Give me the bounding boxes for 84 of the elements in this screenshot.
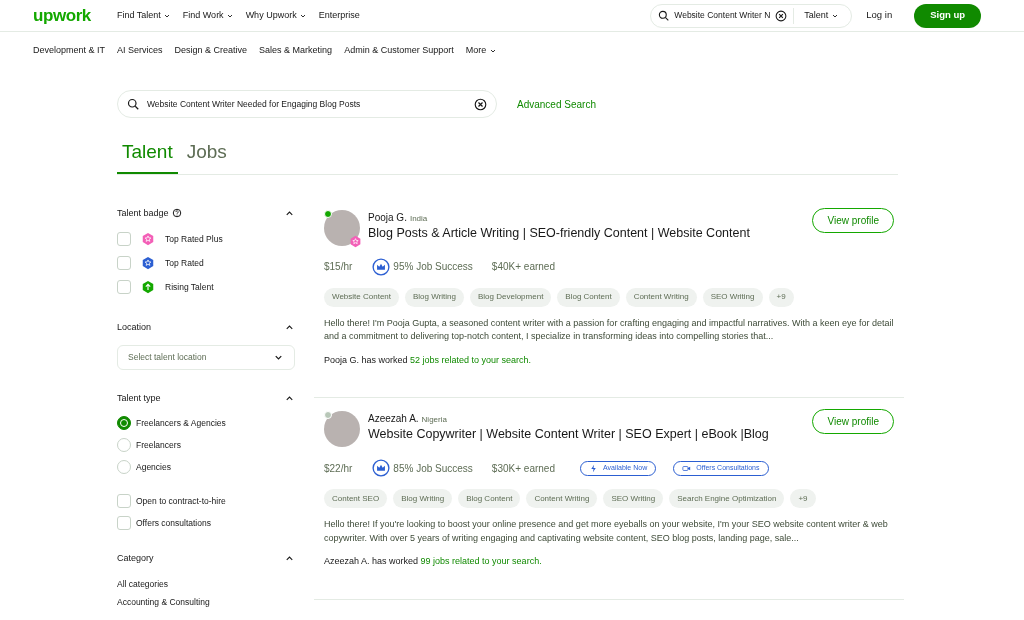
skill-tag[interactable]: Content Writing bbox=[526, 489, 598, 508]
section-title: Category bbox=[117, 552, 154, 565]
category-link[interactable]: More bbox=[465, 44, 498, 58]
profile-description: Hello there! I'm Pooja Gupta, a seasoned content writer with a passion for crafting engaging and impactful narratives. With a keen eye for detail and a commitment to delivering top-notch content, I specialize in transforming ideas into compelling stories that... bbox=[324, 316, 894, 343]
category-link[interactable]: Admin & Customer Support bbox=[344, 44, 454, 58]
skill-tag[interactable]: Content Writing bbox=[625, 287, 697, 307]
skill-tag[interactable]: SEO Writing bbox=[702, 287, 763, 307]
skill-tag[interactable]: Website Content bbox=[324, 287, 399, 307]
category-link[interactable]: AI Services bbox=[117, 44, 163, 58]
profile-description: Hello there! If you're looking to boost your online presence and get more eyeballs on your website, I'm your SEO website content writer & web copywriter. With over 5 years of writing engaging and captivating website content, SEO blog posts, landing page, sale... bbox=[324, 518, 889, 545]
category-link[interactable]: Sales & Marketing bbox=[259, 44, 333, 58]
country: Nigeria bbox=[421, 414, 447, 426]
job-success: 85% Job Success bbox=[393, 461, 473, 476]
rising-talent-icon bbox=[141, 280, 155, 294]
tab[interactable]: Talent bbox=[117, 138, 178, 174]
search-icon bbox=[127, 98, 139, 110]
jobs-worked: Azeezah A. has worked 99 jobs related to your search. bbox=[324, 555, 543, 568]
hourly-rate: $15/hr bbox=[324, 260, 353, 274]
crown-icon bbox=[372, 257, 391, 276]
skill-tag[interactable]: Search Engine Optimization bbox=[669, 489, 785, 508]
tab[interactable]: Jobs bbox=[181, 138, 232, 174]
skill-tag[interactable]: SEO Writing bbox=[603, 489, 664, 508]
section-title: Location bbox=[117, 321, 152, 334]
jobs-link[interactable]: 99 jobs related to your search. bbox=[420, 556, 542, 566]
avatar bbox=[324, 209, 360, 246]
earnings: $30K+ earned bbox=[491, 461, 555, 476]
star-badge-icon bbox=[141, 232, 155, 246]
crown-icon bbox=[372, 459, 391, 477]
clear-icon bbox=[775, 9, 788, 22]
signup-button[interactable]: Sign up bbox=[914, 3, 981, 28]
job-success: 95% Job Success bbox=[393, 260, 473, 274]
jobs-link[interactable]: 52 jobs related to your search. bbox=[410, 354, 532, 365]
section-title: Talent type bbox=[117, 391, 161, 405]
lightning-icon bbox=[589, 463, 598, 473]
skill-tag[interactable]: Blog Writing bbox=[393, 489, 453, 508]
freelancer-name[interactable]: Pooja G. bbox=[368, 209, 407, 225]
country: India bbox=[409, 212, 428, 225]
category-link[interactable]: Design & Creative bbox=[174, 44, 248, 58]
option-label: Open to contract-to-hire bbox=[136, 494, 226, 508]
hourly-rate: $22/hr bbox=[324, 461, 353, 476]
skill-tag[interactable]: +9 bbox=[790, 489, 816, 508]
jobs-worked: Pooja G. has worked 52 jobs related to your search. bbox=[324, 353, 533, 367]
advanced-search-link[interactable]: Advanced Search bbox=[517, 96, 596, 112]
checkbox[interactable] bbox=[117, 232, 131, 246]
nav-link[interactable]: Find Talent bbox=[116, 8, 171, 23]
category-link[interactable]: Accounting & Consulting bbox=[117, 596, 295, 609]
option-label: Top Rated bbox=[165, 256, 204, 270]
login-link[interactable]: Log in bbox=[866, 8, 893, 23]
option-label: Offers consultations bbox=[136, 516, 211, 530]
skill-tag[interactable]: Blog Content bbox=[557, 287, 620, 307]
earnings: $40K+ earned bbox=[491, 260, 555, 274]
skill-tag[interactable]: Blog Content bbox=[458, 489, 521, 508]
option-label: Agencies bbox=[136, 460, 171, 474]
skill-tag[interactable]: Content SEO bbox=[324, 489, 388, 508]
search-icon bbox=[658, 10, 670, 21]
avatar bbox=[324, 411, 360, 447]
skill-tag[interactable]: Blog Development bbox=[470, 287, 552, 307]
section-title: Talent badge bbox=[117, 206, 169, 220]
location-dropdown[interactable]: Select talent location bbox=[117, 344, 295, 370]
help-icon bbox=[171, 208, 182, 219]
option-label: Top Rated Plus bbox=[165, 232, 223, 246]
checkbox[interactable] bbox=[117, 516, 131, 530]
checkbox[interactable] bbox=[117, 256, 131, 270]
radio-button[interactable] bbox=[117, 416, 131, 430]
category-link[interactable]: All categories bbox=[117, 577, 295, 591]
skill-tag[interactable]: Blog Writing bbox=[405, 287, 464, 307]
option-label: Freelancers & Agencies bbox=[136, 416, 226, 430]
checkbox[interactable] bbox=[117, 280, 131, 294]
freelancer-name[interactable]: Azeezah A. bbox=[368, 411, 419, 426]
nav-link[interactable]: Why Upwork bbox=[245, 8, 307, 23]
profile-title[interactable]: Website Copywriter | Website Content Writer | SEO Expert | eBook |Blog bbox=[368, 427, 813, 442]
logo[interactable]: upwork bbox=[33, 2, 91, 29]
option-label: Freelancers bbox=[136, 438, 181, 452]
nav-link[interactable]: Find Work bbox=[182, 8, 234, 23]
scope-dropdown[interactable]: Talent bbox=[804, 8, 840, 23]
video-camera-icon bbox=[682, 463, 692, 473]
star-badge-icon bbox=[141, 256, 155, 270]
checkbox[interactable] bbox=[117, 494, 131, 508]
nav-link[interactable]: Enterprise bbox=[318, 8, 360, 23]
option-label: Rising Talent bbox=[165, 280, 214, 294]
skill-tag[interactable]: +9 bbox=[768, 287, 794, 307]
clear-icon bbox=[474, 97, 487, 111]
category-link[interactable]: Development & IT bbox=[33, 44, 106, 58]
profile-title[interactable]: Blog Posts & Article Writing | SEO-friendly Content | Website Content bbox=[368, 225, 813, 241]
